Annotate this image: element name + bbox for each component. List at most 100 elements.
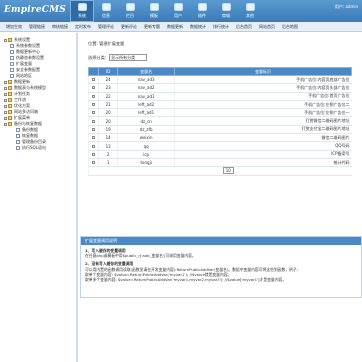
table-row[interactable]: 22 nav_ad1 手机广告位:首页广告位	[88, 92, 352, 101]
cell-name: left_ad2	[117, 100, 175, 110]
row-checkbox-cell	[88, 158, 99, 168]
subnav-link[interactable]: 后台首页	[236, 24, 252, 30]
top-nav-label: 模板	[150, 13, 158, 18]
top-nav-item[interactable]: 信息	[94, 0, 118, 22]
cell-id: 20	[97, 108, 118, 118]
cell-name: left_ad1	[117, 108, 175, 118]
table-row[interactable]: 20 dz_cn 打赏微信二维码图片地址	[88, 116, 352, 126]
table-row[interactable]: 23 nav_ad2 手机广告位:内容页头部广告位	[88, 83, 352, 93]
cell-name: nav_ad1	[117, 92, 175, 101]
cell-id: 19	[97, 125, 118, 135]
expand-toggle-icon[interactable]	[4, 80, 7, 84]
help-body: 1、写入缓存的变量调用 在任意php或模板中用$public_r['add_变量…	[81, 245, 361, 297]
table-row[interactable]: 21 left_ad2 手机广告位:左侧广告位二	[88, 100, 352, 110]
top-nav-item[interactable]: 栏目	[118, 0, 142, 22]
cell-desc: 手机广告位:内容页头部广告位	[173, 83, 352, 93]
folder-icon	[8, 110, 12, 114]
table-row[interactable]: 13 qq QQ号码	[88, 141, 352, 151]
table-row[interactable]: 20 left_ad1 手机广告位:左侧广告位一	[88, 108, 352, 118]
top-nav-label: 其他	[246, 13, 254, 18]
page-icon	[16, 128, 20, 132]
cell-name: nav_ad2	[117, 83, 175, 93]
subnav-link[interactable]: 数据更新	[167, 24, 183, 30]
top-nav-item[interactable]: 商城	[214, 0, 238, 22]
row-checkbox[interactable]	[92, 111, 95, 115]
cell-id: 21	[97, 100, 118, 110]
logo: EmpireCMS	[4, 5, 66, 15]
folder-icon	[8, 92, 12, 96]
top-nav-item[interactable]: 系统	[70, 0, 94, 22]
subnav-link[interactable]: 排行统计	[213, 24, 229, 30]
table-footer-row: 10	[88, 166, 352, 176]
subnav-link[interactable]: 增加生效	[6, 24, 22, 30]
cell-desc: 打赏支付宝二维码图片地址	[173, 125, 352, 135]
nav-icon	[197, 3, 207, 11]
row-checkbox[interactable]	[92, 103, 95, 107]
expand-toggle-icon[interactable]	[4, 110, 7, 114]
main-content: 位置: 管理扩展变量 选择分类: 显示所有分类 ID 变量名 变量标识 24 na…	[80, 33, 362, 362]
expand-toggle-icon[interactable]	[4, 116, 7, 120]
page-count-box[interactable]: 10	[222, 167, 234, 175]
cell-id: 24	[97, 75, 118, 85]
subnav-link[interactable]: 数据统计	[190, 24, 206, 30]
top-nav-item[interactable]: 模板	[142, 0, 166, 22]
nav-icon	[221, 3, 231, 11]
subnav-link[interactable]: 管理链接	[29, 24, 45, 30]
select-all-header	[88, 67, 99, 76]
top-nav-item[interactable]: 插件	[190, 0, 214, 22]
table-row[interactable]: 1 tongji 统计代码	[88, 158, 352, 168]
sidebar-item[interactable]: 执行SQL语句	[4, 145, 76, 151]
expand-toggle-icon[interactable]	[4, 38, 7, 42]
subnav-link[interactable]: 更新专题	[144, 24, 160, 30]
row-checkbox-cell	[88, 125, 99, 135]
cell-id: 22	[97, 92, 118, 101]
expand-toggle-icon[interactable]	[4, 98, 7, 102]
user-info: 用户: admin	[334, 4, 358, 9]
nav-icon	[125, 3, 135, 11]
subnav-link[interactable]: 审核链接	[52, 24, 68, 30]
expand-toggle-icon[interactable]	[4, 122, 7, 126]
cell-name: qq	[117, 141, 175, 151]
row-checkbox[interactable]	[92, 152, 95, 156]
subnav-link[interactable]: 网站首页	[259, 24, 275, 30]
table-header-row: ID 变量名 变量标识	[88, 67, 353, 76]
expand-toggle-icon[interactable]	[4, 86, 7, 90]
subnav-link[interactable]: 后台地图	[282, 24, 298, 30]
subnav-link[interactable]: 管理评论	[98, 24, 114, 30]
page-icon	[10, 50, 14, 54]
vars-table: ID 变量名 变量标识 24 nav_ad3 手机广告位:内容页底部广告位 23 nav…	[88, 67, 353, 176]
row-checkbox-cell	[88, 92, 99, 101]
page-icon	[10, 56, 14, 60]
col-header-id: ID	[97, 67, 119, 76]
subnav-link[interactable]: 定时发布	[75, 24, 91, 30]
row-checkbox[interactable]	[92, 136, 95, 140]
cell-desc: 手机广告位:内容页底部广告位	[173, 75, 352, 85]
row-checkbox-cell	[88, 116, 99, 126]
top-nav-label: 系统	[78, 13, 86, 18]
row-checkbox[interactable]	[92, 127, 95, 131]
table-row[interactable]: 19 dz_zfb 打赏支付宝二维码图片地址	[88, 125, 352, 135]
table-row[interactable]: 14 weixin 微信二维码图片	[88, 133, 352, 143]
table-row[interactable]: 2 icp ICP备案号	[88, 150, 352, 159]
cell-desc: 打赏微信二维码图片地址	[173, 116, 352, 126]
table-row[interactable]: 24 nav_ad3 手机广告位:内容页底部广告位	[88, 75, 352, 85]
cell-desc: 手机广告位:首页广告位	[173, 92, 352, 101]
row-checkbox[interactable]	[92, 161, 95, 165]
expand-toggle-icon[interactable]	[4, 92, 7, 96]
top-nav-item[interactable]: 用户	[166, 0, 190, 22]
help-title: 扩展变量调用说明	[81, 237, 361, 245]
row-checkbox[interactable]	[92, 78, 95, 82]
top-nav-item[interactable]: 其他	[238, 0, 262, 22]
row-checkbox[interactable]	[92, 144, 95, 148]
expand-toggle-icon[interactable]	[4, 104, 7, 108]
page-icon	[16, 146, 20, 150]
top-nav-label: 插件	[198, 13, 206, 18]
subnav-link[interactable]: 更新评论	[121, 24, 137, 30]
row-checkbox[interactable]	[92, 119, 95, 123]
cell-id: 20	[97, 116, 118, 126]
category-select[interactable]: 显示所有分类	[109, 54, 148, 61]
row-checkbox[interactable]	[92, 94, 95, 98]
cell-name: dz_cn	[117, 116, 175, 126]
nav-icon	[245, 3, 255, 11]
row-checkbox[interactable]	[92, 86, 95, 90]
